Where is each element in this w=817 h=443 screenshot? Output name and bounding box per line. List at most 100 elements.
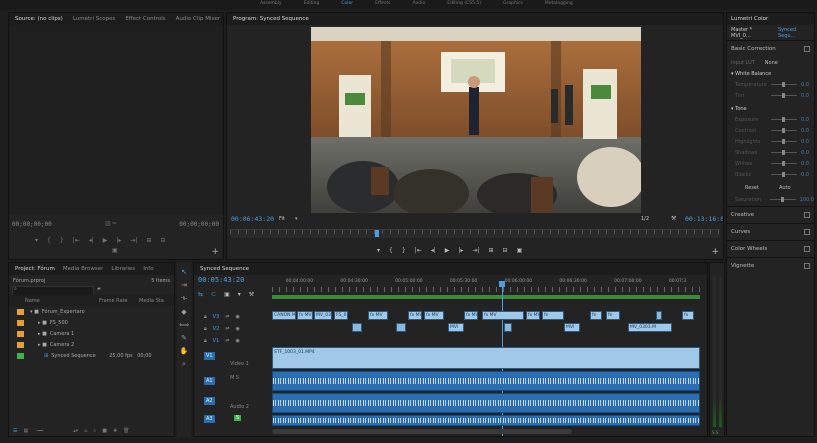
section-vignette[interactable]: Vignette [727,257,814,274]
clip[interactable] [504,323,512,332]
clip[interactable] [352,323,362,332]
section-curves[interactable]: Curves [727,223,814,240]
trash-icon[interactable]: 🗑 [123,428,129,434]
timeline-scrollbar[interactable] [272,429,572,434]
shadows-slider[interactable] [771,150,797,155]
program-fit-select[interactable]: Fit [279,216,285,222]
slip-tool-icon[interactable]: ⟺ [179,321,189,329]
clip[interactable]: fx MV_0156.M [464,311,478,320]
zoom-tool-icon[interactable]: ⌕ [182,360,186,369]
sync-lock-icon[interactable]: ⇌ [225,326,229,332]
timeline-ruler[interactable]: 00:04:00:00 00:04:30:00 00:05:00:00 00:0… [272,277,700,299]
reset-button[interactable]: Reset [745,185,759,191]
clip[interactable]: FS_0 [334,311,348,320]
source-patch-v1[interactable]: V1 [204,352,215,360]
track-v1-label[interactable]: V1 [213,338,220,344]
exposure-slider[interactable] [771,117,797,122]
clip[interactable]: MVI [564,323,580,332]
playhead-handle[interactable] [499,281,505,287]
source-add-button-icon[interactable]: + [211,247,219,257]
lumetri-master-select[interactable]: Master * MVI_0... [731,27,772,39]
auto-button[interactable]: Auto [779,185,791,191]
clip[interactable]: fx MV [424,311,444,320]
ripple-edit-tool-icon[interactable]: ⟛ [181,294,187,303]
list-item[interactable]: ▸ ■ Camera 1 [9,328,174,339]
program-mark-out-icon[interactable]: } [402,247,406,254]
track-v2-label[interactable]: V2 [213,326,220,332]
source-patch-a3[interactable]: A3 [204,415,215,423]
step-forward-icon[interactable]: |▸ [116,237,121,244]
track-select-tool-icon[interactable]: ⇥ [181,281,187,289]
program-resolution-select[interactable]: 1/2 [641,216,649,222]
work-area-bar[interactable] [272,295,700,299]
export-frame-icon[interactable]: ▣ [517,247,523,254]
program-go-in-icon[interactable]: |⇤ [415,247,422,254]
clip[interactable]: fx MV [368,311,388,320]
overwrite-icon[interactable]: ⊟ [161,237,166,244]
solo-button-icon[interactable]: S [234,415,242,421]
clip[interactable]: STF_1003_01.MP4 [272,347,700,369]
fit-dropdown-icon[interactable]: ▾ [295,216,298,222]
list-item[interactable]: ⊞ Synced Sequence 25,00 fps 00;00 [9,350,174,361]
audio-clip-a3[interactable] [272,415,700,426]
program-mark-in-icon[interactable]: { [389,247,393,254]
list-item[interactable]: ▸ ■ Camera 2 [9,339,174,350]
curves-checkbox[interactable] [804,229,810,235]
eye-icon[interactable]: ◉ [235,314,239,320]
program-go-out-icon[interactable]: ⇥| [472,247,479,254]
mark-out-bracket-icon[interactable]: } [60,237,64,244]
new-bin-icon[interactable]: ■ [102,428,107,434]
lock-icon[interactable]: 🔒︎ [204,314,207,320]
clip[interactable]: fx [542,311,564,320]
list-item[interactable]: ▾ ■ Fórum_Expertaro [9,306,174,317]
program-add-button-icon[interactable]: + [711,247,719,257]
program-timecode[interactable]: 00:06:43:20 [231,215,274,223]
eye-icon[interactable]: ◉ [235,326,239,332]
extract-icon[interactable]: ⊟ [503,247,508,254]
eye-icon[interactable]: ◉ [235,338,239,344]
list-view-icon[interactable]: ☰ [13,428,17,434]
pen-tool-icon[interactable]: ✎ [181,334,187,342]
workspace-effects[interactable]: Effects [375,1,390,6]
razor-tool-icon[interactable]: ◆ [181,308,186,316]
new-item-icon[interactable]: ✚ [113,428,117,434]
workspace-color[interactable]: Color [341,1,353,6]
program-marker-icon[interactable]: ▾ [377,247,380,254]
section-creative[interactable]: Creative [727,206,814,223]
clip[interactable]: MV_0303.M [628,323,672,332]
temperature-slider[interactable] [771,82,797,87]
saturation-value[interactable]: 100.0 [800,197,814,203]
add-marker-icon[interactable]: ▾ [238,291,241,298]
program-step-forward-icon[interactable]: |▸ [458,247,463,254]
program-step-back-icon[interactable]: ◂| [431,247,436,254]
find-icon[interactable]: ⌕ [93,428,96,434]
tab-synced-sequence[interactable]: Synced Sequence [200,266,249,272]
section-basic-correction[interactable]: Basic Correction [727,40,814,57]
column-frame-rate[interactable]: Frame Rate [99,298,139,304]
timeline-settings-icon[interactable]: ⚒ [249,291,254,298]
blacks-value[interactable]: 0.0 [801,172,809,178]
blacks-slider[interactable] [771,172,797,177]
source-patch-a1[interactable]: A1 [204,377,215,385]
contrast-slider[interactable] [771,128,797,133]
program-playhead[interactable] [375,230,379,237]
bin-icon[interactable]: ▰ [97,286,101,292]
go-to-out-icon[interactable]: ⇥| [130,237,137,244]
clip[interactable]: fx MV [482,311,524,320]
program-play-icon[interactable]: ▶ [445,247,450,254]
vignette-checkbox[interactable] [804,263,810,269]
workspace-audio[interactable]: Audio [412,1,425,6]
list-item[interactable]: ▸ ■ FS_500 [9,317,174,328]
source-patch-a2[interactable]: A2 [204,397,215,405]
column-media-start[interactable]: Media Sta [139,298,164,304]
tab-lumetri-scopes[interactable]: Lumetri Scopes [73,16,116,22]
section-color-wheels[interactable]: Color Wheels [727,240,814,257]
solo-meter-icons[interactable]: S S [712,430,718,435]
clip[interactable]: fx [590,311,602,320]
audio-clip-a2[interactable] [272,393,700,413]
workspace-graphics[interactable]: Graphics [503,1,523,6]
mute-solo-icons[interactable]: M S [230,375,239,381]
contrast-value[interactable]: 0.0 [801,128,809,134]
tab-effect-controls[interactable]: Effect Controls [125,16,165,22]
sort-icon[interactable]: ▴▾ [73,428,78,434]
